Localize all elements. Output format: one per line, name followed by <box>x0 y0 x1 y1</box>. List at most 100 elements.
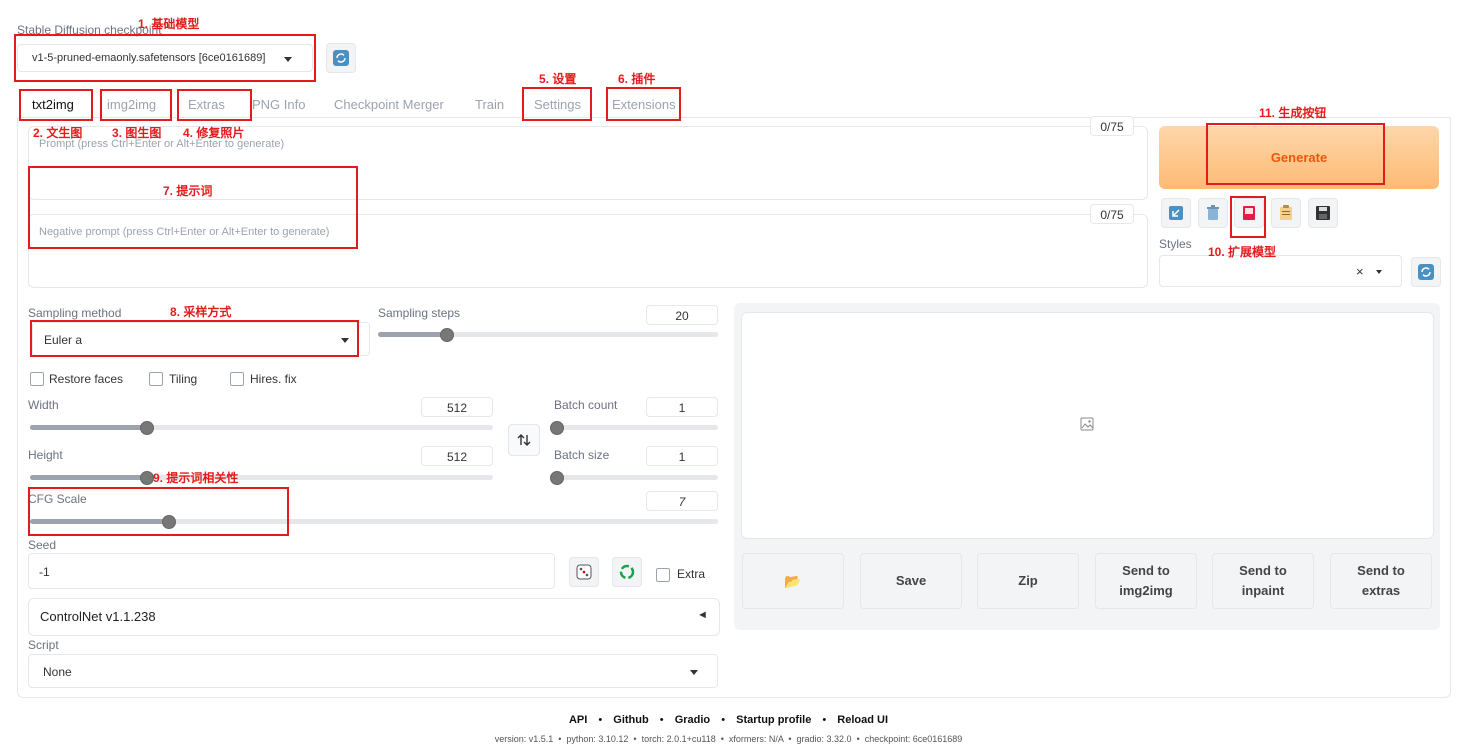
sampling-method-value: Euler a <box>44 333 83 347</box>
batch-count-slider[interactable] <box>550 421 718 435</box>
tab-img2img[interactable]: img2img <box>107 94 156 116</box>
height-input[interactable]: 512 <box>421 446 493 466</box>
tab-settings[interactable]: Settings <box>534 94 581 116</box>
extra-networks-icon <box>1243 206 1255 220</box>
slider-thumb[interactable] <box>139 471 154 485</box>
slider-fill <box>30 425 146 430</box>
chevron-down-icon <box>341 338 349 343</box>
seed-input[interactable]: -1 <box>28 553 555 589</box>
save-button[interactable]: Save <box>860 553 962 609</box>
tab-png-info[interactable]: PNG Info <box>252 94 305 116</box>
sampling-method-select[interactable]: Euler a <box>32 322 370 356</box>
width-slider[interactable] <box>30 421 493 435</box>
height-slider[interactable] <box>30 471 493 485</box>
apply-style-button[interactable] <box>1271 198 1301 228</box>
script-select[interactable]: None <box>28 654 718 688</box>
sampling-steps-input[interactable]: 20 <box>646 305 718 325</box>
clear-prompt-button[interactable] <box>1198 198 1228 228</box>
negative-prompt-token-counter: 0/75 <box>1090 204 1134 224</box>
sampling-steps-slider[interactable] <box>378 328 718 342</box>
tab-extensions[interactable]: Extensions <box>612 94 676 116</box>
cfg-scale-input[interactable]: 7 <box>646 491 718 511</box>
cfg-scale-slider[interactable] <box>30 515 718 529</box>
tab-train[interactable]: Train <box>475 94 504 116</box>
tab-extras[interactable]: Extras <box>188 94 225 116</box>
collapse-arrow-icon[interactable]: ◄ <box>697 609 708 621</box>
reuse-seed-button[interactable] <box>612 557 642 587</box>
output-gallery <box>741 312 1434 539</box>
slider-thumb[interactable] <box>550 421 564 435</box>
annotation-label-8: 8. 采样方式 <box>170 305 232 319</box>
footer-link-startup-profile[interactable]: Startup profile <box>736 714 811 726</box>
refresh-icon <box>1418 264 1434 280</box>
width-label: Width <box>28 398 59 412</box>
footer-links: API • Github • Gradio • Startup profile … <box>0 714 1457 726</box>
restore-faces-checkbox[interactable] <box>30 372 44 386</box>
extra-seed-checkbox[interactable] <box>656 568 670 582</box>
random-seed-button[interactable] <box>569 557 599 587</box>
footer-separator: • <box>822 714 827 726</box>
recycle-icon <box>619 564 635 580</box>
swap-dimensions-button[interactable] <box>508 424 540 456</box>
width-input[interactable]: 512 <box>421 397 493 417</box>
generate-button[interactable]: Generate <box>1159 126 1439 189</box>
tab-checkpoint-merger[interactable]: Checkpoint Merger <box>334 94 444 116</box>
footer-separator: • <box>598 714 603 726</box>
annotation-label-7: 7. 提示词 <box>163 184 213 198</box>
arrow-diagonal-icon <box>1169 206 1183 220</box>
read-params-button[interactable] <box>1161 198 1191 228</box>
script-label: Script <box>28 638 59 652</box>
footer-link-api[interactable]: API <box>569 714 587 726</box>
annotation-label-11: 11. 生成按钮 <box>1259 106 1327 120</box>
slider-fill <box>30 475 146 480</box>
prompt-token-counter: 0/75 <box>1090 116 1134 136</box>
footer-version-info: version: v1.5.1 • python: 3.10.12 • torc… <box>494 734 963 744</box>
footer-link-reload-ui[interactable]: Reload UI <box>837 714 888 726</box>
chevron-down-icon <box>284 57 292 62</box>
hires-fix-checkbox[interactable] <box>230 372 244 386</box>
batch-count-input[interactable]: 1 <box>646 397 718 417</box>
refresh-checkpoint-button[interactable] <box>326 43 356 73</box>
batch-size-slider[interactable] <box>550 471 718 485</box>
save-style-button[interactable] <box>1308 198 1338 228</box>
footer-link-github[interactable]: Github <box>613 714 648 726</box>
styles-label: Styles <box>1159 237 1192 251</box>
sampling-method-label: Sampling method <box>28 306 122 320</box>
seed-label: Seed <box>28 538 57 552</box>
send-to-extras-button[interactable]: Send to extras <box>1330 553 1432 609</box>
checkpoint-value: v1-5-pruned-emaonly.safetensors [6ce0161… <box>32 52 266 64</box>
extra-networks-button[interactable] <box>1234 198 1264 228</box>
refresh-styles-button[interactable] <box>1411 257 1441 287</box>
tab-txt2img[interactable]: txt2img <box>32 94 74 116</box>
styles-select[interactable]: × <box>1159 255 1402 287</box>
slider-thumb[interactable] <box>139 421 154 435</box>
checkpoint-select[interactable]: v1-5-pruned-emaonly.safetensors [6ce0161… <box>17 44 313 72</box>
slider-fill <box>378 332 446 337</box>
floppy-disk-icon <box>1316 206 1330 220</box>
slider-thumb[interactable] <box>161 515 176 529</box>
batch-size-label: Batch size <box>554 448 610 462</box>
slider-thumb[interactable] <box>440 328 454 342</box>
dice-icon <box>576 564 592 580</box>
batch-size-input[interactable]: 1 <box>646 446 718 466</box>
script-value: None <box>43 665 72 679</box>
footer-separator: • <box>659 714 664 726</box>
extra-seed-label: Extra <box>677 567 706 581</box>
sampling-steps-label: Sampling steps <box>378 306 461 320</box>
tiling-checkbox[interactable] <box>149 372 163 386</box>
negative-prompt-input[interactable]: Negative prompt (press Ctrl+Enter or Alt… <box>28 214 1148 288</box>
controlnet-accordion[interactable]: ControlNet v1.1.238 ◄ <box>28 598 720 636</box>
footer-link-gradio[interactable]: Gradio <box>675 714 710 726</box>
clear-styles-icon[interactable]: × <box>1356 264 1364 279</box>
slider-thumb[interactable] <box>550 471 564 485</box>
trash-icon <box>1207 205 1219 220</box>
zip-button[interactable]: Zip <box>977 553 1079 609</box>
slider-fill <box>30 519 168 524</box>
send-to-inpaint-button[interactable]: Send to inpaint <box>1212 553 1314 609</box>
open-folder-button[interactable]: 📂 <box>742 553 844 609</box>
swap-arrows-icon <box>517 434 531 446</box>
hires-fix-label: Hires. fix <box>250 372 297 386</box>
controlnet-title: ControlNet v1.1.238 <box>40 609 156 624</box>
cfg-scale-label: CFG Scale <box>28 492 87 506</box>
send-to-img2img-button[interactable]: Send to img2img <box>1095 553 1197 609</box>
